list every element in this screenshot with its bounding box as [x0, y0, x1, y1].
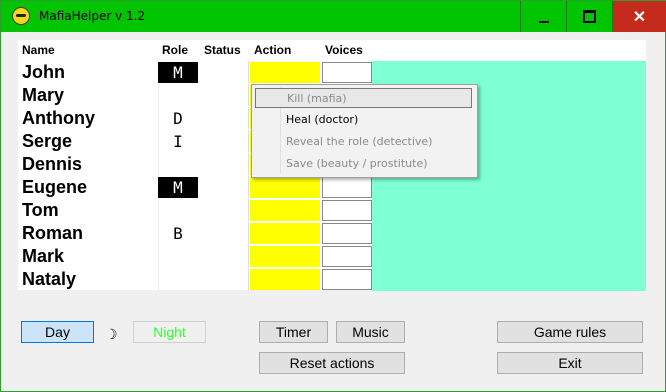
role-cell[interactable]: M [158, 177, 198, 198]
role-cell[interactable] [158, 200, 198, 221]
status-cell[interactable] [200, 153, 249, 175]
menu-item-kill[interactable]: Kill (mafia) [255, 88, 472, 108]
status-cell[interactable] [200, 222, 249, 244]
player-row: Eugene M [18, 176, 646, 199]
status-cell[interactable] [200, 61, 249, 83]
minimize-icon [538, 20, 549, 23]
header-role: Role [162, 43, 189, 57]
maximize-icon [583, 10, 596, 23]
voices-input[interactable] [322, 200, 372, 221]
voices-bar [372, 199, 646, 222]
context-menu: Kill (mafia) Heal (doctor) Reveal the ro… [251, 84, 478, 178]
role-cell[interactable]: B [158, 223, 198, 244]
voices-input[interactable] [322, 269, 372, 290]
role-cell[interactable]: M [158, 62, 198, 83]
status-cell[interactable] [200, 199, 249, 221]
action-cell[interactable] [250, 246, 320, 267]
player-name: Mark [22, 246, 65, 266]
status-cell[interactable] [200, 84, 249, 106]
header-status: Status [204, 43, 241, 57]
role-cell[interactable] [158, 269, 198, 290]
action-cell[interactable] [250, 177, 320, 198]
player-name: Eugene [22, 177, 88, 197]
voices-input[interactable] [322, 177, 372, 198]
role-cell[interactable]: D [158, 108, 198, 129]
player-name: Roman [22, 223, 84, 243]
player-row: Roman B [18, 222, 646, 245]
player-row: Tom [18, 199, 646, 222]
title-bar[interactable]: MafiaHelper v 1.2 ✕ [1, 1, 666, 32]
voices-bar [372, 245, 646, 268]
day-button[interactable]: Day [21, 321, 94, 343]
minimize-button[interactable] [520, 1, 566, 32]
player-name: Tom [22, 200, 59, 220]
action-cell[interactable] [250, 269, 320, 290]
status-cell[interactable] [200, 130, 249, 152]
status-cell[interactable] [200, 107, 249, 129]
voices-bar [372, 268, 646, 291]
timer-button[interactable]: Timer [259, 321, 328, 343]
role-cell[interactable]: I [158, 131, 198, 152]
app-icon [12, 7, 30, 25]
close-icon: ✕ [632, 8, 647, 26]
player-name: Nataly [22, 269, 77, 289]
menu-item-save[interactable]: Save (beauty / prostitute) [255, 154, 472, 174]
header-name: Name [22, 43, 55, 57]
close-button[interactable]: ✕ [612, 1, 666, 32]
night-button[interactable]: Night [133, 321, 206, 343]
role-cell[interactable] [158, 85, 198, 106]
status-cell[interactable] [200, 268, 249, 290]
voices-input[interactable] [322, 62, 372, 83]
player-row: Mark [18, 245, 646, 268]
player-name: Serge [22, 131, 73, 151]
menu-item-reveal[interactable]: Reveal the role (detective) [255, 132, 472, 152]
player-name: Dennis [22, 154, 83, 174]
role-cell[interactable] [158, 246, 198, 267]
action-cell[interactable] [250, 62, 320, 83]
status-cell[interactable] [200, 176, 249, 198]
window-title: MafiaHelper v 1.2 [39, 9, 146, 23]
player-name: Anthony [22, 108, 95, 128]
player-name: John [22, 62, 65, 82]
reset-actions-button[interactable]: Reset actions [259, 352, 405, 374]
music-button[interactable]: Music [336, 321, 405, 343]
game-rules-button[interactable]: Game rules [497, 321, 643, 343]
voices-input[interactable] [322, 246, 372, 267]
header-voices: Voices [325, 43, 363, 57]
voices-bar [372, 176, 646, 199]
voices-bar [372, 61, 646, 84]
player-row: Nataly [18, 268, 646, 291]
action-cell[interactable] [250, 200, 320, 221]
maximize-button[interactable] [566, 1, 612, 32]
voices-input[interactable] [322, 223, 372, 244]
moon-icon: ☽ [105, 326, 118, 342]
player-name: Mary [22, 85, 65, 105]
menu-item-heal[interactable]: Heal (doctor) [255, 110, 472, 130]
player-row: John M [18, 61, 646, 84]
role-cell[interactable] [158, 154, 198, 175]
action-cell[interactable] [250, 223, 320, 244]
status-cell[interactable] [200, 245, 249, 267]
header-action: Action [254, 43, 292, 57]
voices-bar [372, 222, 646, 245]
exit-button[interactable]: Exit [497, 352, 643, 374]
